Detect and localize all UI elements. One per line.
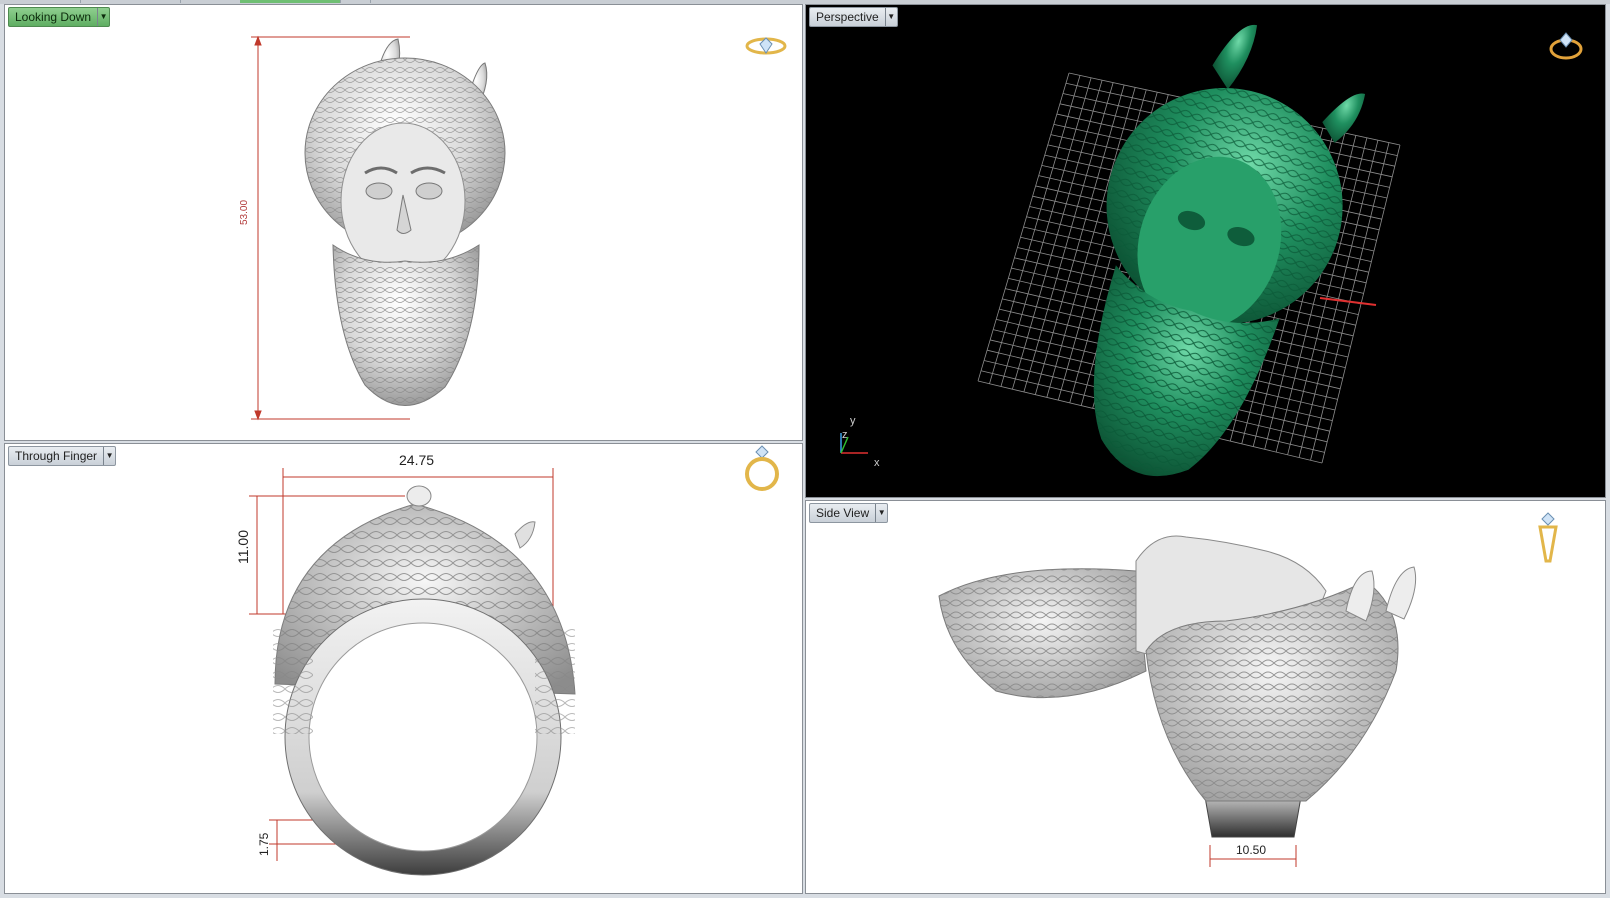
viewport-title: Perspective: [816, 10, 879, 24]
dimension-label-band: 1.75: [257, 832, 271, 856]
viewport-tab-looking-down[interactable]: Looking Down ▼: [8, 7, 111, 27]
viewport-tab-through-finger[interactable]: Through Finger ▼: [8, 446, 117, 466]
viewport-tab-side-view[interactable]: Side View ▼: [809, 503, 889, 523]
axis-label-x: x: [874, 457, 880, 469]
chevron-down-icon[interactable]: ▼: [884, 8, 897, 26]
viewport-through-finger[interactable]: Through Finger ▼ 24.75 11.00 1.75: [4, 443, 803, 894]
viewport-title: Looking Down: [15, 10, 92, 24]
toolbar-tab[interactable]: [180, 0, 241, 3]
viewport-looking-down[interactable]: Looking Down ▼ 53.00: [4, 4, 803, 441]
viewport-perspective[interactable]: Perspective ▼ y z x: [805, 4, 1606, 498]
viewport-tab-perspective[interactable]: Perspective ▼: [809, 7, 898, 27]
ring-front-view-icon[interactable]: [741, 444, 783, 494]
looking-down-canvas: [251, 35, 506, 421]
toolbar-tab[interactable]: [340, 0, 371, 3]
viewport-title: Side View: [816, 506, 870, 520]
viewport-side-view[interactable]: Side View ▼ 10.50: [805, 500, 1606, 894]
chevron-down-icon[interactable]: ▼: [875, 504, 887, 522]
chevron-down-icon[interactable]: ▼: [97, 8, 109, 26]
ring-side-view-icon[interactable]: [1534, 511, 1562, 565]
toolbar-tab[interactable]: [80, 0, 181, 3]
through-finger-canvas: [249, 468, 576, 876]
dimension-label-width: 24.75: [399, 452, 435, 468]
perspective-canvas: [840, 24, 1401, 477]
x-axis-line: [1319, 297, 1377, 306]
toolbar-tab[interactable]: [0, 0, 81, 3]
model-render-green: [1093, 24, 1366, 477]
dimension-label-height: 11.00: [235, 530, 251, 564]
toolbar-tab-active[interactable]: [240, 0, 341, 3]
chevron-down-icon[interactable]: ▼: [103, 447, 115, 465]
ring-perspective-icon[interactable]: [1548, 29, 1584, 61]
dimension-label-width: 10.50: [1236, 843, 1267, 857]
side-view-canvas: [938, 535, 1417, 867]
ring-top-view-icon[interactable]: [745, 35, 787, 57]
axis-label-y: y: [850, 415, 856, 427]
dimension-label-height: 53.00: [239, 199, 250, 225]
axis-label-z: z: [842, 429, 848, 441]
viewport-title: Through Finger: [15, 449, 98, 463]
